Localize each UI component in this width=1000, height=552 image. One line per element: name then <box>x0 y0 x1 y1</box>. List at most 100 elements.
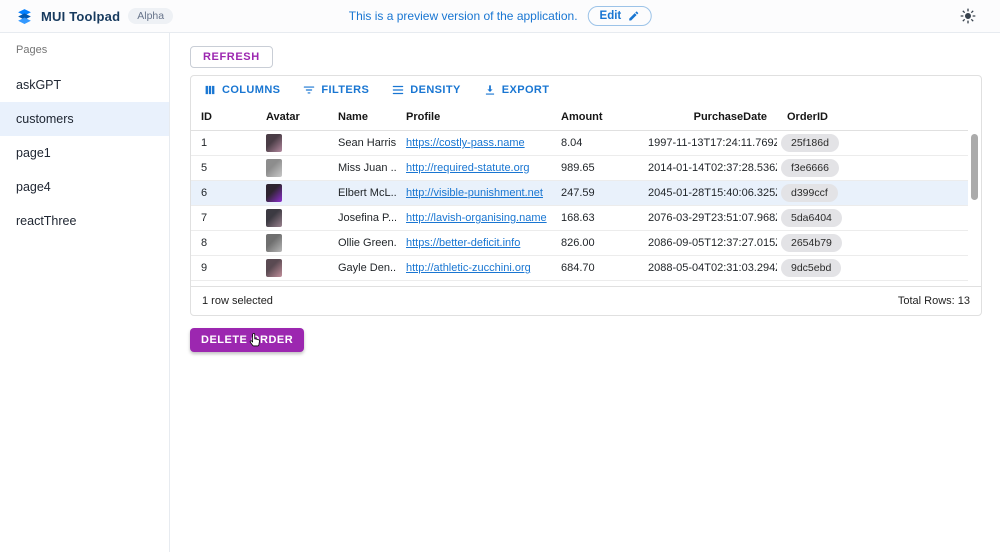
cell-orderId: 25f186d <box>777 131 967 155</box>
sidebar-caption: Pages <box>0 40 169 68</box>
column-header-avatar[interactable]: Avatar <box>256 104 328 130</box>
grid-toolbar-button-label: EXPORT <box>502 84 550 96</box>
sidebar-item-askGPT[interactable]: askGPT <box>0 68 169 102</box>
vertical-scrollbar-thumb[interactable] <box>971 134 978 200</box>
profile-link[interactable]: http://visible-punishment.net <box>406 187 543 199</box>
table-row[interactable]: 8 Ollie Green... https://better-deficit.in… <box>191 231 968 256</box>
grid-rows: 1 Sean Harris https://costly-pass.name 8.04… <box>191 131 981 281</box>
cell-profile: http://lavish-organising.name <box>396 206 551 230</box>
cell-id: 1 <box>191 131 256 155</box>
cell-orderId: 2654b79 <box>777 231 967 255</box>
cell-purchaseDate: 2076-03-29T23:51:07.968Z <box>638 206 777 230</box>
cell-name: Gayle Den... <box>328 256 396 280</box>
delete-order-button[interactable]: DELETE ORDER <box>190 328 304 352</box>
profile-link[interactable]: http://lavish-organising.name <box>406 212 547 224</box>
sidebar: Pages askGPTcustomerspage1page4reactThre… <box>0 33 170 552</box>
table-row[interactable]: 6Elbert McL...http://visible-punishment.… <box>191 181 968 206</box>
profile-link[interactable]: https://better-deficit.info <box>406 237 520 249</box>
order-id-chip: 2654b79 <box>781 234 842 252</box>
sidebar-item-reactThree[interactable]: reactThree <box>0 204 169 238</box>
table-row[interactable]: 1 Sean Harris https://costly-pass.name 8.04… <box>191 131 968 156</box>
theme-toggle-button[interactable] <box>960 8 976 24</box>
preview-text: This is a preview version of the applica… <box>349 9 578 23</box>
grid-toolbar-button-label: FILTERS <box>321 84 369 96</box>
column-header-purchaseDate[interactable]: PurchaseDate <box>638 104 777 130</box>
density-icon <box>391 83 405 97</box>
column-header-orderId[interactable]: OrderID <box>777 104 967 130</box>
profile-link[interactable]: http://athletic-zucchini.org <box>406 262 531 274</box>
cell-amount: 989.65 <box>551 156 638 180</box>
cell-purchaseDate: 2045-01-28T15:40:06.325Z <box>638 181 777 205</box>
avatar <box>266 159 282 177</box>
shell: Pages askGPTcustomerspage1page4reactThre… <box>0 33 1000 552</box>
column-header-name[interactable]: Name <box>328 104 396 130</box>
sidebar-item-page4[interactable]: page4 <box>0 170 169 204</box>
cell-avatar <box>256 206 328 230</box>
alpha-badge: Alpha <box>128 8 173 24</box>
avatar <box>266 234 282 252</box>
cell-id: 8 <box>191 231 256 255</box>
cell-name: Sean Harris <box>328 131 396 155</box>
order-id-chip: 25f186d <box>781 134 839 152</box>
edit-button[interactable]: Edit <box>588 6 652 26</box>
cell-profile: https://costly-pass.name <box>396 131 551 155</box>
grid-toolbar-density-button[interactable]: DENSITY <box>387 81 464 99</box>
cell-id: 7 <box>191 206 256 230</box>
cell-name: Elbert McL... <box>328 181 396 205</box>
avatar <box>266 259 282 277</box>
total-rows: Total Rows: 13 <box>898 295 970 307</box>
toolpad-logo-icon <box>16 8 33 25</box>
cell-purchaseDate: 2088-05-04T02:31:03.294Z <box>638 256 777 280</box>
column-header-profile[interactable]: Profile <box>396 104 551 130</box>
profile-link[interactable]: http://required-statute.org <box>406 162 530 174</box>
cell-amount: 168.63 <box>551 206 638 230</box>
cell-orderId: 9dc5ebd <box>777 256 967 280</box>
cell-amount: 826.00 <box>551 231 638 255</box>
profile-link[interactable]: https://costly-pass.name <box>406 137 525 149</box>
grid-toolbar-button-label: DENSITY <box>410 84 460 96</box>
grid-toolbar: COLUMNS FILTERS DENSITY EXPORT <box>191 76 981 104</box>
export-icon <box>483 83 497 97</box>
cell-name: Josefina P... <box>328 206 396 230</box>
main-content: REFRESH COLUMNS FILTERS DENSITY EXPORT IDAv… <box>170 33 1000 552</box>
app-title: MUI Toolpad <box>41 9 120 24</box>
cell-purchaseDate: 2014-01-14T02:37:28.536Z <box>638 156 777 180</box>
sidebar-item-customers[interactable]: customers <box>0 102 169 136</box>
grid-toolbar-columns-button[interactable]: COLUMNS <box>199 81 284 99</box>
cell-id: 5 <box>191 156 256 180</box>
cell-orderId: f3e6666 <box>777 156 967 180</box>
edit-button-label: Edit <box>600 10 622 22</box>
grid-toolbar-export-button[interactable]: EXPORT <box>479 81 554 99</box>
brand: MUI Toolpad Alpha <box>16 8 173 25</box>
refresh-button[interactable]: REFRESH <box>190 46 273 68</box>
cell-avatar <box>256 231 328 255</box>
avatar <box>266 184 282 202</box>
avatar <box>266 209 282 227</box>
cell-profile: http://visible-punishment.net <box>396 181 551 205</box>
cell-amount: 8.04 <box>551 131 638 155</box>
cell-amount: 684.70 <box>551 256 638 280</box>
table-row[interactable]: 5Miss Juan ...http://required-statute.or… <box>191 156 968 181</box>
cell-profile: http://athletic-zucchini.org <box>396 256 551 280</box>
cell-profile: https://better-deficit.info <box>396 231 551 255</box>
cell-avatar <box>256 181 328 205</box>
sidebar-item-page1[interactable]: page1 <box>0 136 169 170</box>
grid-toolbar-filters-button[interactable]: FILTERS <box>298 81 373 99</box>
pencil-icon <box>627 10 639 22</box>
order-id-chip: d399ccf <box>781 184 838 202</box>
column-header-id[interactable]: ID <box>191 104 256 130</box>
sun-icon <box>960 8 976 24</box>
table-row[interactable]: 9 Gayle Den... http://athletic-zucchini.or… <box>191 256 968 281</box>
cell-purchaseDate: 1997-11-13T17:24:11.769Z <box>638 131 777 155</box>
grid-toolbar-button-label: COLUMNS <box>222 84 280 96</box>
app-bar: MUI Toolpad Alpha This is a preview vers… <box>0 0 1000 33</box>
cell-id: 9 <box>191 256 256 280</box>
cell-avatar <box>256 131 328 155</box>
cell-avatar <box>256 256 328 280</box>
column-header-amount[interactable]: Amount <box>551 104 638 130</box>
cell-amount: 247.59 <box>551 181 638 205</box>
table-row[interactable]: 7 Josefina P... http://lavish-organising.n… <box>191 206 968 231</box>
cell-avatar <box>256 156 328 180</box>
cell-name: Ollie Green... <box>328 231 396 255</box>
grid-header-row: IDAvatarNameProfileAmountPurchaseDateOrd… <box>191 104 968 131</box>
